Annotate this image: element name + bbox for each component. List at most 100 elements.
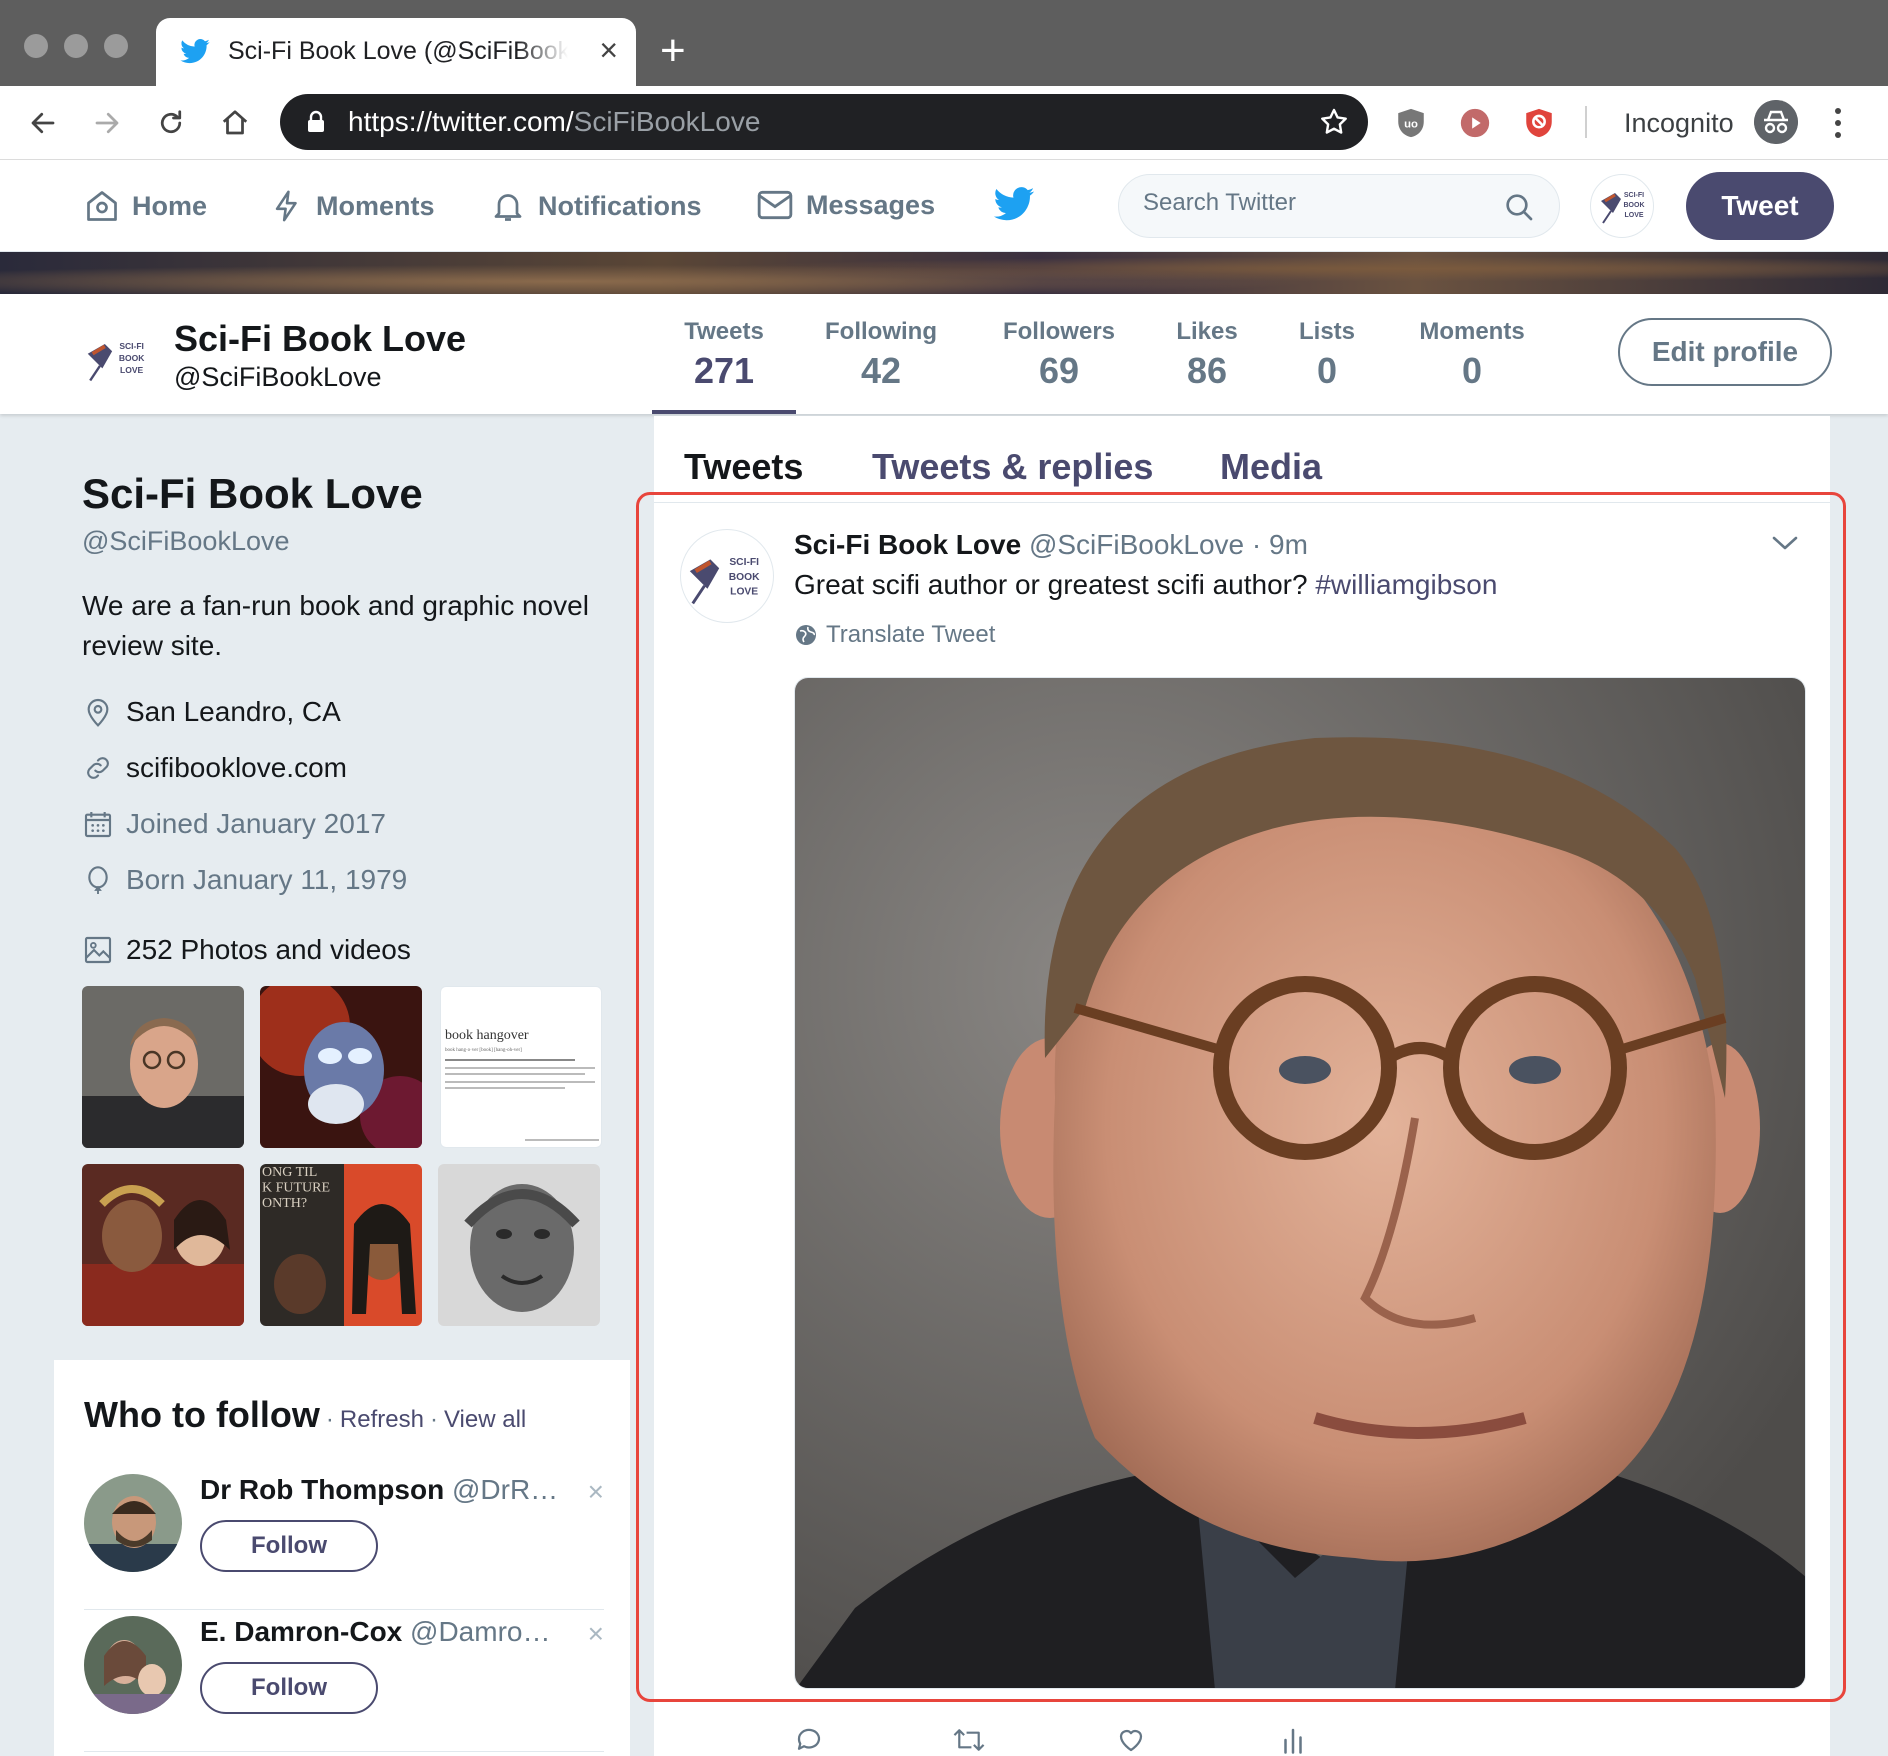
compose-tweet-button[interactable]: Tweet: [1686, 172, 1834, 240]
forward-icon[interactable]: [86, 102, 128, 144]
browser-tab-active[interactable]: Sci-Fi Book Love (@SciFiBookLove) | Twit…: [156, 18, 636, 86]
dismiss-suggestion-icon[interactable]: ×: [588, 1476, 604, 1508]
user-avatar-icon: [84, 1474, 182, 1572]
suggestion-name[interactable]: Dr Rob Thompson @DrR…: [200, 1474, 560, 1506]
media-thumbnail[interactable]: ONG TIL K FUTURE ONTH?: [260, 1164, 422, 1326]
profile-location: San Leandro, CA: [82, 696, 341, 728]
suggestion-name[interactable]: E. Damron-Cox @Damro…: [200, 1616, 560, 1648]
stat-moments-value: 0: [1461, 350, 1483, 391]
search-icon[interactable]: [1503, 191, 1535, 223]
website-link[interactable]: scifibooklove.com: [126, 752, 347, 784]
profile-mini-avatar[interactable]: SCI-FI BOOK LOVE: [78, 322, 156, 400]
bookmark-star-icon[interactable]: [1318, 106, 1350, 138]
reply-icon[interactable]: [794, 1725, 824, 1755]
account-avatar[interactable]: SCI-FI BOOK LOVE: [1590, 174, 1654, 238]
suggestion-avatar[interactable]: [84, 1616, 182, 1714]
refresh-link[interactable]: Refresh: [340, 1406, 424, 1434]
twitter-bird-icon: [180, 39, 210, 64]
nav-home[interactable]: Home: [84, 188, 207, 224]
tweet-author-name[interactable]: Sci-Fi Book Love: [794, 529, 1021, 560]
nav-messages[interactable]: Messages: [756, 188, 935, 222]
follow-button[interactable]: Follow: [200, 1662, 378, 1714]
reload-icon[interactable]: [150, 102, 192, 144]
tweet-card[interactable]: SCI-FI BOOK LOVE Sci-Fi Book Love @SciFi…: [654, 502, 1830, 1754]
profile-bar-name[interactable]: Sci-Fi Book Love: [174, 318, 466, 360]
window-zoom-dot[interactable]: [104, 34, 128, 58]
stat-lists-value: 0: [1316, 350, 1338, 391]
tweet-actions: [794, 1725, 1354, 1756]
blocker-extension-icon[interactable]: [1522, 106, 1556, 140]
dismiss-suggestion-icon[interactable]: ×: [588, 1618, 604, 1650]
stat-tweets[interactable]: Tweets 271: [664, 318, 784, 392]
lightning-icon: [275, 190, 297, 222]
translate-tweet-link[interactable]: Translate Tweet: [794, 621, 995, 649]
who-to-follow-card: Who to follow · Refresh · View all Dr Ro…: [54, 1360, 630, 1756]
stat-likes-value: 86: [1186, 350, 1228, 391]
svg-text:LOVE: LOVE: [120, 365, 144, 375]
stat-lists[interactable]: Lists 0: [1290, 318, 1364, 392]
nav-moments-label: Moments: [316, 190, 435, 221]
back-icon[interactable]: [22, 102, 64, 144]
edit-profile-button[interactable]: Edit profile: [1618, 318, 1832, 386]
profile-website[interactable]: scifibooklove.com: [82, 752, 347, 784]
analytics-icon[interactable]: [1278, 1725, 1308, 1755]
like-heart-icon[interactable]: [1116, 1725, 1146, 1755]
window-minimize-dot[interactable]: [64, 34, 88, 58]
tab-close-icon[interactable]: ×: [599, 30, 618, 70]
profile-joined: Joined January 2017: [82, 808, 386, 840]
active-stat-underline: [652, 410, 796, 414]
sci-fi-book-love-logo-icon: SCI-FI BOOK LOVE: [1601, 192, 1645, 224]
media-thumbnail[interactable]: [438, 1164, 600, 1326]
toolbar-separator: [1585, 106, 1587, 138]
tweet-author-handle[interactable]: @SciFiBookLove: [1029, 529, 1244, 560]
separator-dot: ·: [429, 1406, 438, 1433]
joined-text: Joined January 2017: [126, 808, 386, 839]
profile-handle[interactable]: @SciFiBookLove: [82, 526, 290, 557]
nav-notifications[interactable]: Notifications: [490, 188, 702, 224]
video-extension-icon[interactable]: [1458, 106, 1492, 140]
incognito-icon[interactable]: [1754, 100, 1798, 144]
media-thumbnail[interactable]: [82, 1164, 244, 1326]
media-thumbnail[interactable]: book hangover book hang·o·ver [book] [ha…: [440, 986, 602, 1148]
ublock-shield-icon[interactable]: uo: [1394, 106, 1428, 140]
photos-link-text: 252 Photos and videos: [126, 934, 411, 965]
tweet-author-avatar[interactable]: SCI-FI BOOK LOVE: [680, 529, 774, 623]
chevron-down-icon[interactable]: [1770, 533, 1800, 553]
new-tab-icon[interactable]: +: [660, 26, 686, 76]
profile-name[interactable]: Sci-Fi Book Love: [82, 470, 423, 518]
image-icon: [84, 936, 112, 964]
who-to-follow-title: Who to follow: [84, 1394, 320, 1435]
media-thumbnail[interactable]: [260, 986, 422, 1148]
suggestion-avatar[interactable]: [84, 1474, 182, 1572]
bw-portrait-photo-icon: [438, 1164, 600, 1326]
tab-title: Sci-Fi Book Love (@SciFiBookLove) | Twit…: [228, 37, 568, 65]
follow-button[interactable]: Follow: [200, 1520, 378, 1572]
colorful-portrait-photo-icon: [260, 986, 422, 1148]
tab-tweets-and-replies[interactable]: Tweets & replies: [872, 446, 1153, 488]
tweet-hashtag-link[interactable]: #williamgibson: [1315, 569, 1497, 600]
svg-text:SCI-FI: SCI-FI: [729, 557, 759, 568]
twitter-logo-icon[interactable]: [992, 186, 1036, 224]
retweet-icon[interactable]: [952, 1725, 986, 1755]
address-bar[interactable]: https://twitter.com/SciFiBookLove: [280, 94, 1368, 150]
nav-moments[interactable]: Moments: [270, 188, 435, 224]
sci-fi-book-love-logo-icon: SCI-FI BOOK LOVE: [689, 557, 760, 605]
stat-likes-label: Likes: [1176, 318, 1238, 345]
tab-tweets[interactable]: Tweets: [684, 446, 803, 488]
stat-following[interactable]: Following 42: [816, 318, 946, 392]
window-close-dot[interactable]: [24, 34, 48, 58]
view-all-link[interactable]: View all: [444, 1406, 526, 1434]
photos-and-videos-link[interactable]: 252 Photos and videos: [82, 934, 411, 966]
tweet-timestamp[interactable]: · 9m: [1252, 529, 1308, 560]
search-box: [1118, 174, 1560, 238]
home-icon[interactable]: [214, 102, 256, 144]
search-input[interactable]: [1143, 189, 1483, 217]
browser-menu-icon[interactable]: [1830, 106, 1846, 140]
stat-likes[interactable]: Likes 86: [1164, 318, 1250, 392]
stat-moments[interactable]: Moments 0: [1410, 318, 1534, 392]
tweet-media-photo[interactable]: [794, 677, 1806, 1689]
media-thumbnail[interactable]: [82, 986, 244, 1148]
tab-media[interactable]: Media: [1220, 446, 1322, 488]
stat-followers[interactable]: Followers 69: [994, 318, 1124, 392]
browser-toolbar: https://twitter.com/SciFiBookLove uo Inc…: [0, 86, 1888, 160]
